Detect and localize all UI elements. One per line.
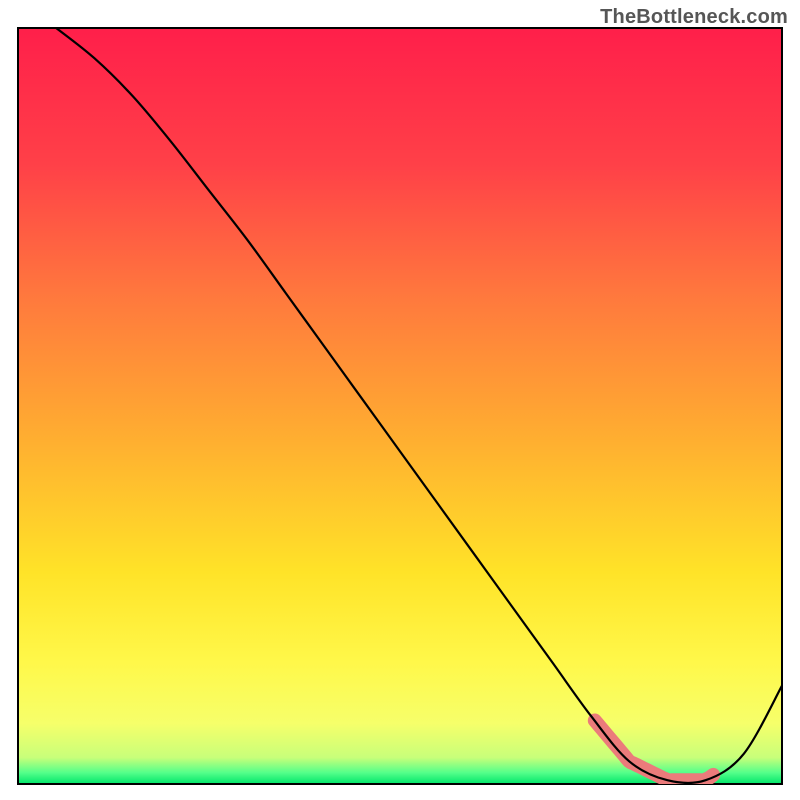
chart-stage: TheBottleneck.com bbox=[0, 0, 800, 800]
bottleneck-chart bbox=[0, 0, 800, 800]
gradient-background bbox=[18, 28, 782, 784]
